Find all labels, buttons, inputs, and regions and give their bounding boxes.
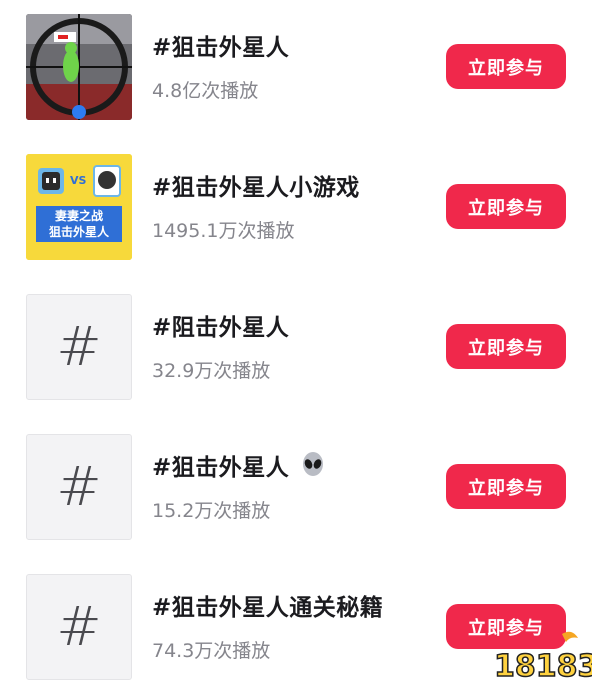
topic-title[interactable]: #狙击外星人小游戏 [152,168,360,202]
cover-caption: 妻妻之战 狙击外星人 [36,208,122,240]
watermark-text: 18183 [494,649,592,684]
topic-thumbnail[interactable]: VS 妻妻之战 狙击外星人 [26,154,132,260]
topic-row[interactable]: # #狙击外星人 15.2万次播放 立即参与 [0,434,600,544]
topic-thumbnail[interactable]: # [26,434,132,540]
topic-thumbnail[interactable]: # [26,294,132,400]
join-button[interactable]: 立即参与 [446,324,566,369]
play-count: 1495.1万次播放 [152,220,295,242]
topic-title-text: #狙击外星人 [152,455,290,481]
join-button[interactable]: 立即参与 [446,464,566,509]
vs-label: VS [70,174,87,187]
topic-title[interactable]: #狙击外星人 [152,28,289,62]
site-watermark-logo: 18183 [492,626,599,686]
topic-title[interactable]: #阻击外星人 [152,308,289,342]
hashtag-icon: # [56,455,102,518]
topic-row[interactable]: VS 妻妻之战 狙击外星人 #狙击外星人小游戏 1495.1万次播放 立即参与 [0,154,600,264]
play-count: 15.2万次播放 [152,500,271,522]
alien-icon [302,452,323,476]
play-count: 74.3万次播放 [152,640,271,662]
cover-caption-line: 妻妻之战 [54,209,103,223]
hashtag-icon: # [56,315,102,378]
wife-battle-cover-image [26,154,132,260]
topic-thumbnail[interactable] [26,14,132,120]
game-scope-image [26,14,132,120]
join-button[interactable]: 立即参与 [446,184,566,229]
topic-title[interactable]: #狙击外星人通关秘籍 [152,588,383,622]
cover-caption-line: 狙击外星人 [48,225,109,239]
join-button[interactable]: 立即参与 [446,44,566,89]
topic-title[interactable]: #狙击外星人 [152,448,326,482]
topic-row[interactable]: # #阻击外星人 32.9万次播放 立即参与 [0,294,600,404]
hashtag-icon: # [56,595,102,658]
play-count: 4.8亿次播放 [152,80,259,102]
topic-row[interactable]: #狙击外星人 4.8亿次播放 立即参与 [0,14,600,124]
play-count: 32.9万次播放 [152,360,271,382]
topic-thumbnail[interactable]: # [26,574,132,680]
